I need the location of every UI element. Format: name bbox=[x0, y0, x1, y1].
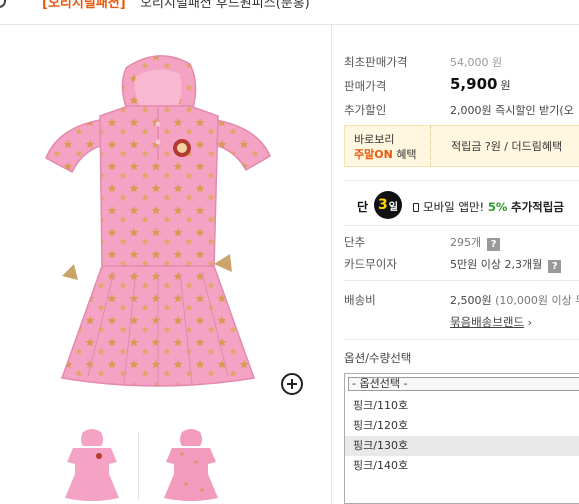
back-arrow-icon[interactable] bbox=[0, 0, 6, 8]
original-price-value: 54,000 원 bbox=[450, 56, 503, 69]
product-title: 오리지널패션 후드원피스(분홍) bbox=[140, 0, 310, 11]
brand-tag: [오리지널패션] bbox=[42, 0, 126, 11]
product-title-bar: [오리지널패션] 오리지널패션 후드원피스(분홍) bbox=[0, 0, 579, 14]
option-item[interactable]: 핑크/120호 bbox=[345, 416, 579, 436]
promo-benefit-text: 적립금 ?원 / 더드림혜택 bbox=[451, 140, 563, 153]
mobile-dan-label: 단 bbox=[357, 200, 369, 214]
option-item[interactable]: 핑크/140호 bbox=[345, 456, 579, 476]
sale-price-label: 판매가격 bbox=[344, 79, 387, 93]
divider bbox=[344, 339, 579, 340]
thumbnail-divider bbox=[138, 432, 139, 500]
bundle-shipping-link[interactable]: 묶음배송브랜드 › bbox=[450, 314, 532, 330]
mobile-app-promo[interactable]: 모바일 앱만! 5% 추가적립금 bbox=[413, 199, 564, 215]
help-icon[interactable]: ? bbox=[487, 238, 501, 251]
original-price-label: 최초판매가격 bbox=[344, 55, 408, 69]
card-installment-value: 5만원 이상 2,3개월? bbox=[450, 256, 562, 273]
option-item[interactable]: 핑크/110호 bbox=[345, 396, 579, 416]
promo-title: 바로보리 주말ON 혜택 bbox=[345, 126, 431, 166]
button-count-value: 295개? bbox=[450, 234, 501, 251]
option-item-selected[interactable]: 핑크/130호 bbox=[345, 436, 579, 456]
mobile-phone-icon bbox=[413, 203, 419, 212]
button-count-label: 단추 bbox=[344, 235, 366, 249]
weekend-promo-box[interactable]: 바로보리 주말ON 혜택 적립금 ?원 / 더드림혜택 bbox=[344, 125, 579, 167]
extra-discount-label: 추가할인 bbox=[344, 103, 387, 117]
zoom-in-button[interactable] bbox=[281, 373, 303, 395]
product-info-panel: 최초판매가격 54,000 원 판매가격 5,900 원 추가할인 2,000원 … bbox=[331, 25, 579, 504]
divider bbox=[344, 180, 579, 181]
option-select-list[interactable]: - 옵션선택 - 핑크/110호 핑크/120호 핑크/130호 핑크/140호 bbox=[344, 373, 579, 504]
thumbnail-back[interactable] bbox=[156, 428, 226, 504]
divider bbox=[344, 280, 579, 281]
options-label: 옵션/수량선택 bbox=[344, 351, 412, 365]
card-installment-label: 카드무이자 bbox=[344, 257, 397, 271]
divider bbox=[344, 225, 579, 226]
shipping-label: 배송비 bbox=[344, 293, 376, 307]
sale-price-value: 5,900 원 bbox=[450, 75, 511, 93]
thumbnail-front[interactable] bbox=[57, 428, 127, 504]
shipping-value: 2,500원 (10,000원 이상 무 bbox=[450, 294, 579, 307]
option-placeholder[interactable]: - 옵션선택 - bbox=[348, 377, 579, 391]
help-icon[interactable]: ? bbox=[548, 260, 562, 273]
product-main-image[interactable] bbox=[18, 50, 310, 400]
three-day-badge: 3일 bbox=[374, 191, 402, 219]
extra-discount-link[interactable]: 2,000원 즉시할인 받기(오 bbox=[450, 102, 574, 118]
